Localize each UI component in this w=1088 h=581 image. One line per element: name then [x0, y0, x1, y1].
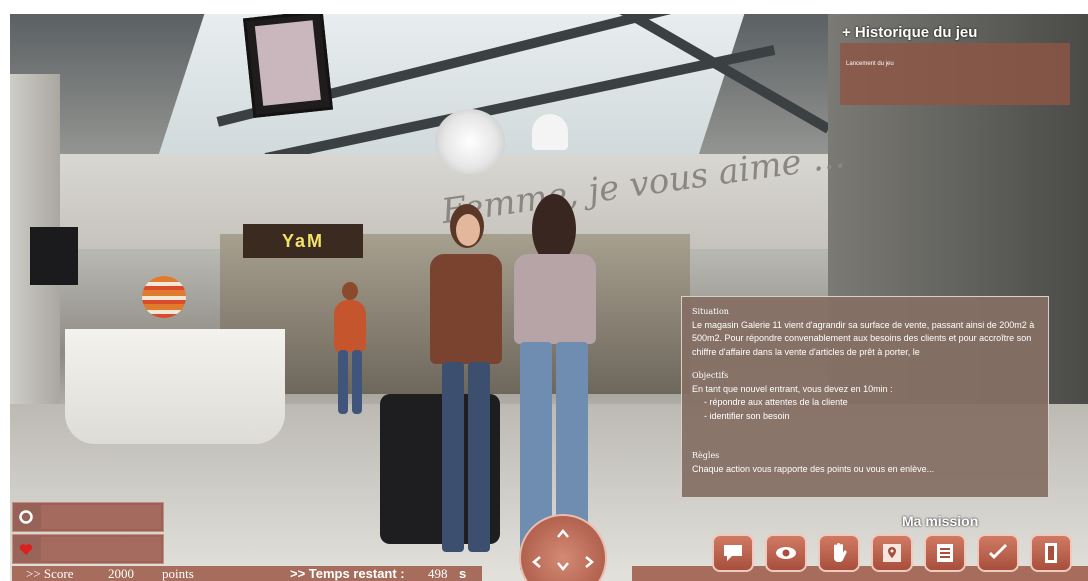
- document-icon: [937, 544, 953, 562]
- reception-counter: [65, 329, 285, 444]
- chevron-left-icon: [532, 556, 541, 568]
- chevron-down-icon: [557, 562, 569, 571]
- objectives-heading: Objectifs: [692, 371, 729, 380]
- score-timer-bar: >> Score 2000 points >> Temps restant : …: [12, 566, 482, 581]
- shop-assistant-character[interactable]: [420, 204, 510, 564]
- score-value: 2000: [108, 566, 134, 581]
- heart-icon: [19, 544, 33, 555]
- status-field: [41, 537, 161, 561]
- exit-button[interactable]: [1030, 534, 1072, 572]
- move-left-button[interactable]: [527, 552, 547, 572]
- chevron-up-icon: [557, 529, 569, 538]
- action-bar: [632, 566, 1088, 581]
- chevron-right-icon: [585, 556, 594, 568]
- wall-screen: [30, 227, 78, 285]
- validate-button[interactable]: [977, 534, 1019, 572]
- map-pin-icon: [883, 544, 901, 562]
- time-value: 498: [428, 566, 448, 581]
- move-right-button[interactable]: [579, 552, 599, 572]
- map-button[interactable]: [871, 534, 913, 572]
- shop-sign: YaM: [243, 224, 363, 258]
- hand-icon: [834, 543, 847, 563]
- history-entry: Lancement du jeu: [846, 61, 894, 67]
- score-unit: points: [162, 566, 194, 581]
- history-toggle[interactable]: + Historique du jeu: [842, 24, 977, 41]
- hanging-screen: [242, 14, 334, 118]
- status-box-heart: [12, 534, 164, 564]
- situation-heading: Situation: [692, 307, 729, 316]
- mission-label[interactable]: Ma mission: [902, 513, 978, 529]
- eye-icon: [776, 547, 796, 559]
- rules-heading: Règles: [692, 451, 720, 460]
- background-shopper: [330, 282, 370, 422]
- move-down-button[interactable]: [553, 556, 573, 576]
- circle-icon: [19, 510, 33, 524]
- speech-bubble-icon: [724, 545, 742, 561]
- move-up-button[interactable]: [553, 524, 573, 544]
- status-field: [41, 505, 161, 529]
- history-panel: Lancement du jeu: [840, 43, 1070, 105]
- objective-item: - répondre aux attentes de la cliente: [704, 397, 848, 407]
- time-label: >> Temps restant :: [290, 566, 405, 581]
- situation-text: Le magasin Galerie 11 vient d'agrandir s…: [692, 319, 1035, 357]
- rules-text: Chaque action vous rapporte des points o…: [692, 463, 935, 474]
- ceiling-lamp: [532, 114, 568, 150]
- hand-button[interactable]: [818, 534, 860, 572]
- checkmark-icon: [989, 544, 1007, 559]
- objective-item: - identifier son besoin: [704, 410, 790, 421]
- look-button[interactable]: [765, 534, 807, 572]
- striped-lamp: [142, 276, 186, 318]
- status-box-circle: [12, 502, 164, 532]
- door-icon: [1045, 543, 1057, 563]
- score-prefix: >> Score: [26, 566, 74, 581]
- talk-button[interactable]: [712, 534, 754, 572]
- notes-button[interactable]: [924, 534, 966, 572]
- mission-info-panel: Situation Le magasin Galerie 11 vient d'…: [681, 296, 1049, 498]
- time-unit: s: [459, 566, 467, 581]
- objectives-intro: En tant que nouvel entrant, vous devez e…: [692, 383, 893, 394]
- ceiling-lamp: [435, 109, 505, 174]
